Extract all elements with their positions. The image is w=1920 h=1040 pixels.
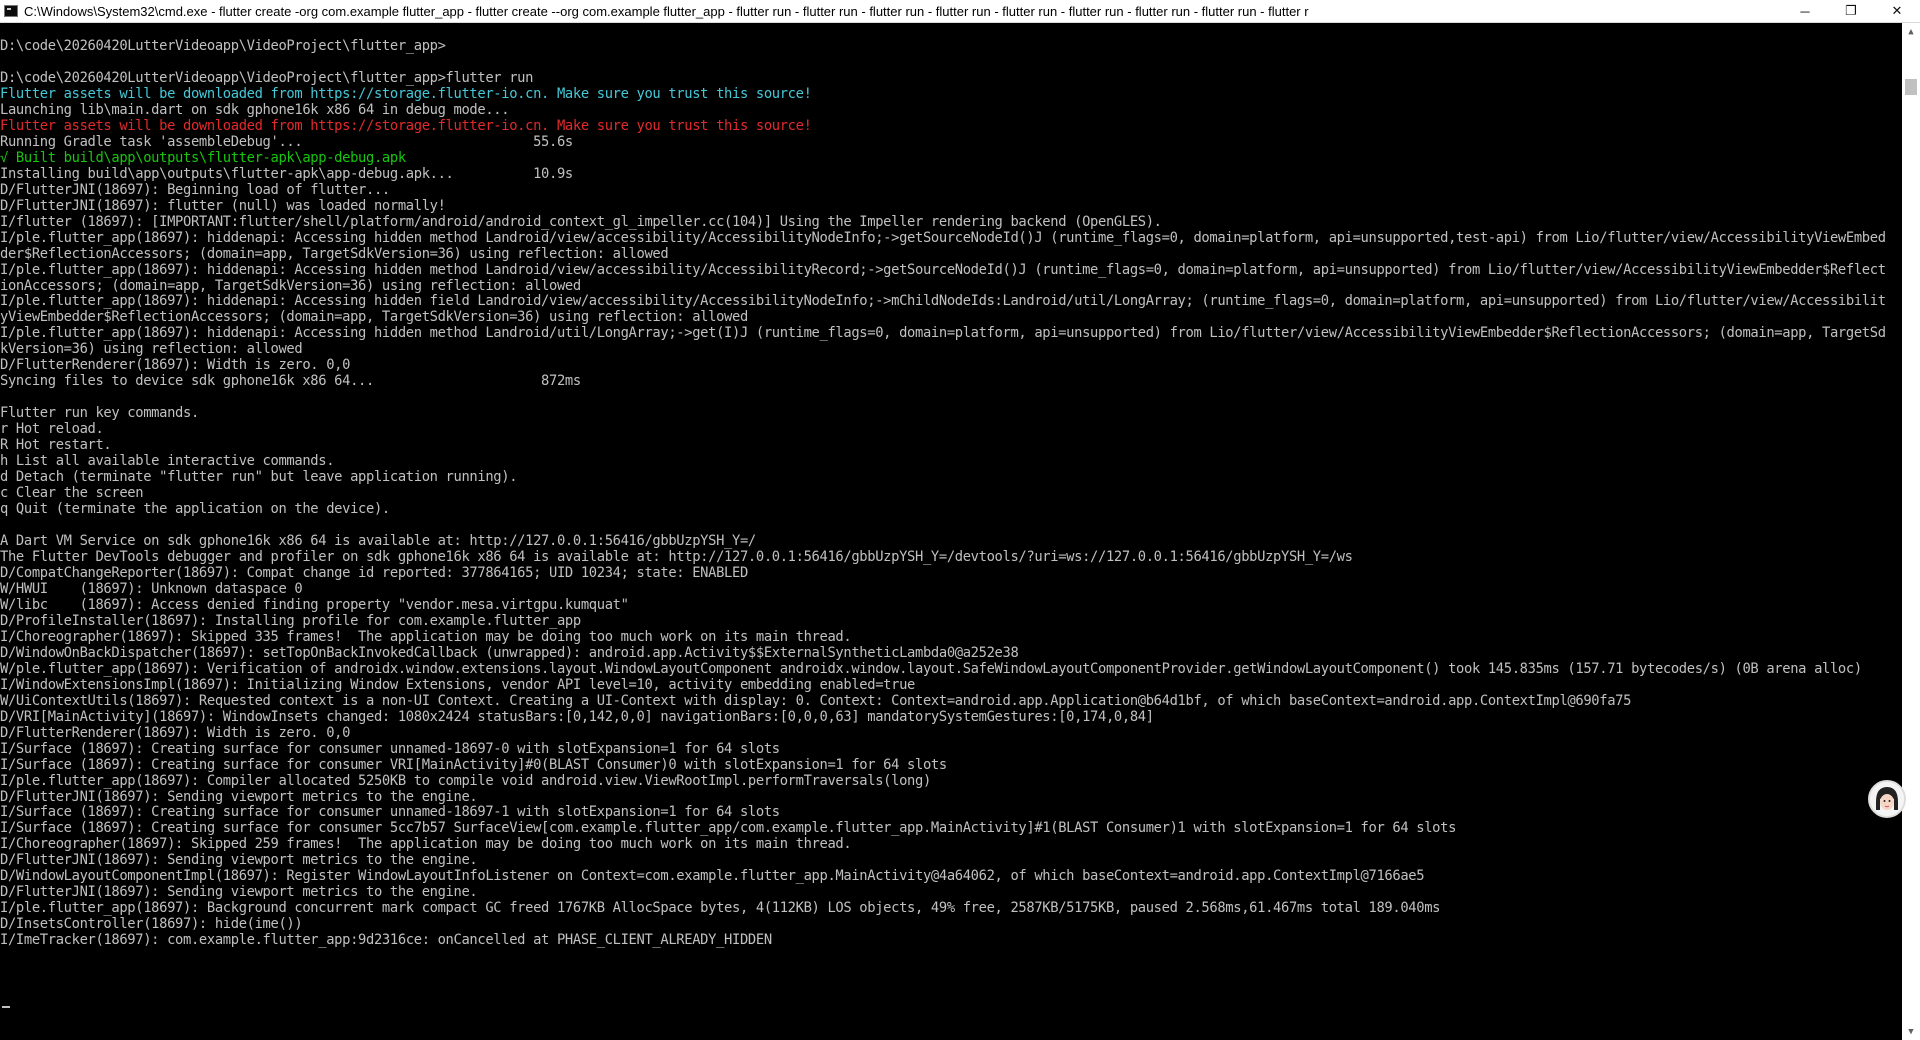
console-line: I/Choreographer(18697): Skipped 335 fram…	[0, 629, 852, 645]
console-line: D/FlutterJNI(18697): Beginning load of f…	[0, 182, 390, 198]
text-cursor	[2, 1006, 10, 1008]
console-line: I/Surface (18697): Creating surface for …	[0, 821, 1457, 837]
console-line: Launching lib\main.dart on sdk gphone16k…	[0, 102, 510, 118]
console-line: D/WindowOnBackDispatcher(18697): setTopO…	[0, 645, 1019, 661]
console-line: D/FlutterRenderer(18697): Width is zero.…	[0, 358, 351, 374]
scroll-up-button[interactable]: ▲	[1902, 23, 1920, 40]
console-line: I/flutter (18697): [IMPORTANT:flutter/sh…	[0, 214, 1162, 230]
console-line: h List all available interactive command…	[0, 454, 335, 470]
close-button[interactable]: ✕	[1874, 0, 1920, 22]
console-line: I/ple.flutter_app(18697): hiddenapi: Acc…	[0, 230, 1886, 246]
console-line: D/WindowLayoutComponentImpl(18697): Regi…	[0, 869, 1425, 885]
console-line: R Hot restart.	[0, 438, 112, 454]
console-line: Flutter run key commands.	[0, 406, 199, 422]
title-bar[interactable]: C:\Windows\System32\cmd.exe - flutter cr…	[0, 0, 1920, 23]
console-line: I/ImeTracker(18697): com.example.flutter…	[0, 933, 772, 949]
console-line: I/ple.flutter_app(18697): hiddenapi: Acc…	[0, 294, 1886, 310]
console-line: Flutter assets will be downloaded from h…	[0, 118, 812, 134]
console-line: D/FlutterJNI(18697): Sending viewport me…	[0, 789, 478, 805]
console-line: Flutter assets will be downloaded from h…	[0, 86, 812, 102]
console-line: I/ple.flutter_app(18697): hiddenapi: Acc…	[0, 262, 1886, 278]
console-line: D/FlutterJNI(18697): Sending viewport me…	[0, 853, 478, 869]
minimize-button[interactable]: ─	[1782, 0, 1828, 22]
console-line: D/FlutterRenderer(18697): Width is zero.…	[0, 725, 351, 741]
console-line: D/FlutterJNI(18697): flutter (null) was …	[0, 198, 446, 214]
floating-avatar[interactable]	[1868, 780, 1906, 818]
console-line: q Quit (terminate the application on the…	[0, 502, 390, 518]
console-line: I/ple.flutter_app(18697): hiddenapi: Acc…	[0, 326, 1886, 342]
window-title: C:\Windows\System32\cmd.exe - flutter cr…	[24, 3, 1309, 19]
console-line: D/ProfileInstaller(18697): Installing pr…	[0, 613, 581, 629]
console-line: r Hot reload.	[0, 422, 104, 438]
console-line: c Clear the screen	[0, 486, 144, 502]
console-line: Installing build\app\outputs\flutter-apk…	[0, 166, 573, 182]
console-output[interactable]: D:\code\20260420LutterVideoapp\VideoProj…	[0, 23, 1902, 1040]
maximize-button[interactable]: ❐	[1828, 0, 1874, 22]
console-line: der$ReflectionAccessors; (domain=app, Ta…	[0, 246, 669, 262]
console-line: I/Surface (18697): Creating surface for …	[0, 741, 780, 757]
cmd-icon	[4, 5, 18, 17]
console-line: D/InsetsController(18697): hide(ime())	[0, 917, 303, 933]
console-line: Syncing files to device sdk gphone16k x8…	[0, 374, 581, 390]
console-line: I/Choreographer(18697): Skipped 259 fram…	[0, 837, 852, 853]
console-line: D:\code\20260420LutterVideoapp\VideoProj…	[0, 38, 446, 54]
console-line: W/UiContextUtils(18697): Requested conte…	[0, 693, 1632, 709]
console-line: √ Built build\app\outputs\flutter-apk\ap…	[0, 150, 406, 166]
console-line: D/CompatChangeReporter(18697): Compat ch…	[0, 565, 748, 581]
console-line: I/ple.flutter_app(18697): Compiler alloc…	[0, 773, 931, 789]
console-line: I/Surface (18697): Creating surface for …	[0, 757, 947, 773]
console-line: W/ple.flutter_app(18697): Verification o…	[0, 661, 1862, 677]
console-line: kVersion=36) using reflection: allowed	[0, 342, 303, 358]
console-line: The Flutter DevTools debugger and profil…	[0, 549, 1353, 565]
console-line: W/HWUI (18697): Unknown dataspace 0	[0, 581, 303, 597]
console-line: ionAccessors; (domain=app, TargetSdkVers…	[0, 278, 581, 294]
avatar-icon	[1870, 782, 1904, 816]
console-line: d Detach (terminate "flutter run" but le…	[0, 470, 518, 486]
console-line: yViewEmbedder$ReflectionAccessors; (doma…	[0, 310, 748, 326]
console-line: Running Gradle task 'assembleDebug'... 5…	[0, 134, 573, 150]
console-line: D/VRI[MainActivity](18697): WindowInsets…	[0, 709, 1154, 725]
scrollbar-thumb[interactable]	[1905, 79, 1917, 95]
window-controls: ─ ❐ ✕	[1782, 0, 1920, 22]
console-line: I/Surface (18697): Creating surface for …	[0, 805, 780, 821]
console-line: A Dart VM Service on sdk gphone16k x86 6…	[0, 534, 756, 549]
console-line: W/libc (18697): Access denied finding pr…	[0, 597, 629, 613]
console-line: D/FlutterJNI(18697): Sending viewport me…	[0, 885, 478, 901]
console-line: I/ple.flutter_app(18697): Background con…	[0, 901, 1441, 917]
console-line: D:\code\20260420LutterVideoapp\VideoProj…	[0, 70, 534, 86]
scroll-down-button[interactable]: ▼	[1902, 1023, 1920, 1040]
vertical-scrollbar[interactable]: ▲ ▼	[1902, 23, 1920, 1040]
console-line: I/WindowExtensionsImpl(18697): Initializ…	[0, 677, 915, 693]
